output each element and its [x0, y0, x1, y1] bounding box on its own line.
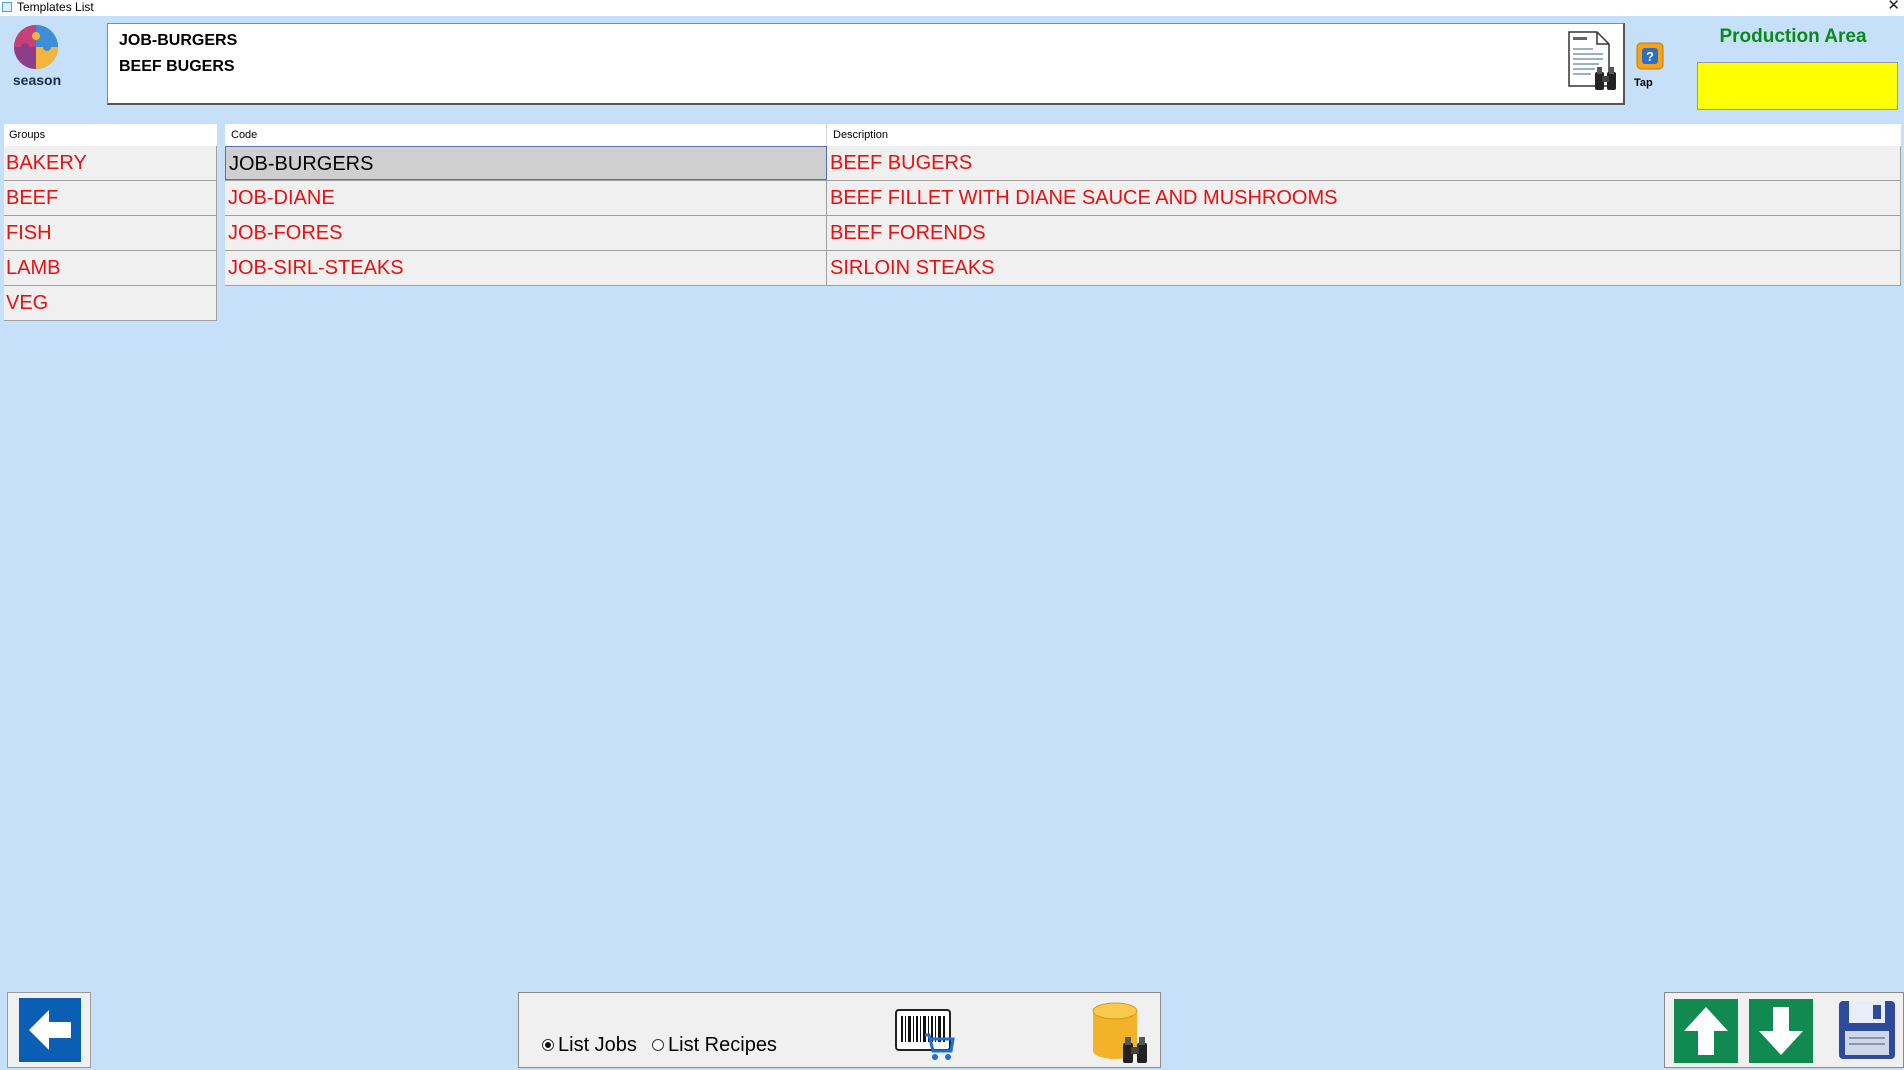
order-document-binoculars-icon [1568, 31, 1616, 90]
template-code-cell[interactable]: JOB-BURGERS [225, 146, 827, 180]
list-recipes-radio[interactable]: List Recipes [652, 1033, 777, 1057]
back-button-face [19, 998, 81, 1062]
arrow-down-icon [1759, 1007, 1803, 1055]
window-title: Templates List [17, 0, 94, 14]
database-search-button[interactable] [1087, 1001, 1151, 1065]
table-header: Code Description [225, 124, 1901, 146]
close-icon[interactable]: ✕ [1887, 0, 1900, 14]
list-recipes-label: List Recipes [668, 1033, 777, 1056]
template-description-cell[interactable]: BEEF FORENDS [827, 216, 1901, 250]
production-area-field[interactable] [1697, 62, 1898, 110]
table-row[interactable]: JOB-SIRL-STEAKS SIRLOIN STEAKS [225, 251, 1901, 286]
template-description-cell[interactable]: SIRLOIN STEAKS [827, 251, 1901, 285]
help-icon: ? [1636, 42, 1664, 70]
template-description-cell[interactable]: BEEF BUGERS [827, 146, 1901, 180]
window-title-bar: Templates List ✕ [0, 0, 1904, 16]
selected-template-description: BEEF BUGERS [119, 58, 235, 75]
window-app-icon [2, 2, 12, 12]
radio-unchecked-icon [652, 1039, 664, 1051]
template-code-cell[interactable]: JOB-FORES [225, 216, 827, 250]
list-jobs-label: List Jobs [558, 1033, 637, 1056]
table-row[interactable]: JOB-BURGERS BEEF BUGERS [225, 146, 1901, 181]
svg-text:?: ? [1646, 49, 1654, 64]
save-button[interactable] [1837, 999, 1897, 1061]
description-column-header[interactable]: Description [827, 124, 888, 146]
table-row[interactable]: JOB-FORES BEEF FORENDS [225, 216, 1901, 251]
list-mode-panel: List Jobs List Recipes [518, 992, 1161, 1068]
code-column-header[interactable]: Code [225, 124, 827, 146]
radio-checked-icon [542, 1039, 554, 1051]
group-item-beef[interactable]: BEEF [4, 181, 217, 216]
season-logo: season [8, 22, 66, 92]
group-item-veg[interactable]: VEG [4, 286, 217, 321]
puzzle-logo-icon [14, 25, 58, 69]
selected-template-code: JOB-BURGERS [119, 32, 238, 49]
groups-column-header[interactable]: Groups [4, 124, 217, 146]
barcode-cart-button[interactable] [895, 1009, 955, 1061]
group-item-fish[interactable]: FISH [4, 216, 217, 251]
floppy-disk-icon [1839, 1001, 1895, 1059]
group-item-bakery[interactable]: BAKERY [4, 146, 217, 181]
arrow-left-icon [29, 1010, 71, 1050]
template-code-cell[interactable]: JOB-DIANE [225, 181, 827, 215]
templates-table: Code Description JOB-BURGERS BEEF BUGERS… [225, 124, 1901, 286]
order-search-button[interactable] [1563, 30, 1621, 94]
production-area-label: Production Area [1719, 26, 1867, 47]
table-row[interactable]: JOB-DIANE BEEF FILLET WITH DIANE SAUCE A… [225, 181, 1901, 216]
group-item-lamb[interactable]: LAMB [4, 251, 217, 286]
barcode-cart-icon [895, 1009, 955, 1060]
logo-wordmark: season [12, 72, 62, 88]
selected-template-panel: JOB-BURGERS BEEF BUGERS [107, 23, 1625, 105]
tap-help-button[interactable]: ? [1636, 42, 1664, 74]
navigation-panel [1664, 992, 1904, 1068]
list-jobs-radio[interactable]: List Jobs [542, 1033, 637, 1057]
back-button[interactable] [7, 992, 91, 1068]
groups-list: Groups BAKERY BEEF FISH LAMB VEG [4, 124, 217, 321]
arrow-up-icon [1684, 1007, 1728, 1055]
move-up-button[interactable] [1674, 999, 1738, 1063]
database-binoculars-icon [1092, 1002, 1147, 1063]
template-description-cell[interactable]: BEEF FILLET WITH DIANE SAUCE AND MUSHROO… [827, 181, 1901, 215]
template-code-cell[interactable]: JOB-SIRL-STEAKS [225, 251, 827, 285]
tap-label: Tap [1634, 77, 1653, 89]
move-down-button[interactable] [1749, 999, 1813, 1063]
